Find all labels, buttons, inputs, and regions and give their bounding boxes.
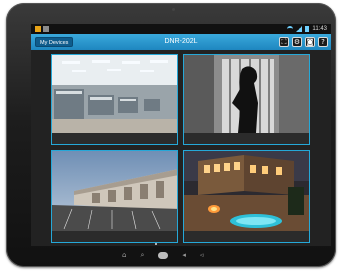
search-icon[interactable]: ⌕ <box>140 251 144 259</box>
page-indicator <box>155 243 157 245</box>
camera-view-office[interactable] <box>51 54 178 145</box>
warehouse-scene <box>52 151 177 242</box>
battery-icon <box>305 26 310 32</box>
settings-icon[interactable]: ⚙ <box>292 37 302 47</box>
tablet-frame: 11:43 My Devices DNR-202L ⛶ ⚙ ◙ ? ⌂ ⌕ ◂ … <box>6 3 336 267</box>
snapshot-icon[interactable]: ◙ <box>305 37 315 47</box>
status-indicators: 11:43 <box>287 25 327 33</box>
signal-icon <box>296 26 303 32</box>
pool-scene <box>184 151 309 242</box>
fullscreen-icon[interactable]: ⛶ <box>279 37 289 47</box>
front-camera <box>172 8 175 11</box>
navigation-bar: ⌂ ⌕ ◂ ◃ <box>122 251 203 259</box>
screen: 11:43 My Devices DNR-202L ⛶ ⚙ ◙ ? <box>31 24 331 246</box>
notification-icon <box>35 26 41 32</box>
app-bar: My Devices DNR-202L ⛶ ⚙ ◙ ? <box>31 34 331 50</box>
volume-down-icon[interactable]: ◂ <box>182 251 186 259</box>
notification-icons <box>35 26 49 32</box>
door-scene <box>184 55 309 144</box>
status-time: 11:43 <box>312 26 327 32</box>
office-scene <box>52 55 177 144</box>
home-icon[interactable]: ⌂ <box>122 251 126 259</box>
help-icon[interactable]: ? <box>318 37 328 47</box>
camera-view-door[interactable] <box>183 54 310 145</box>
status-bar: 11:43 <box>31 24 331 34</box>
camera-grid <box>31 50 331 246</box>
notification-icon <box>43 26 49 32</box>
wifi-icon <box>287 26 294 32</box>
home-button[interactable] <box>158 251 169 259</box>
volume-up-icon[interactable]: ◃ <box>200 251 204 259</box>
appbar-actions: ⛶ ⚙ ◙ ? <box>279 37 328 47</box>
camera-view-warehouse[interactable] <box>51 150 178 243</box>
camera-view-pool[interactable] <box>183 150 310 243</box>
